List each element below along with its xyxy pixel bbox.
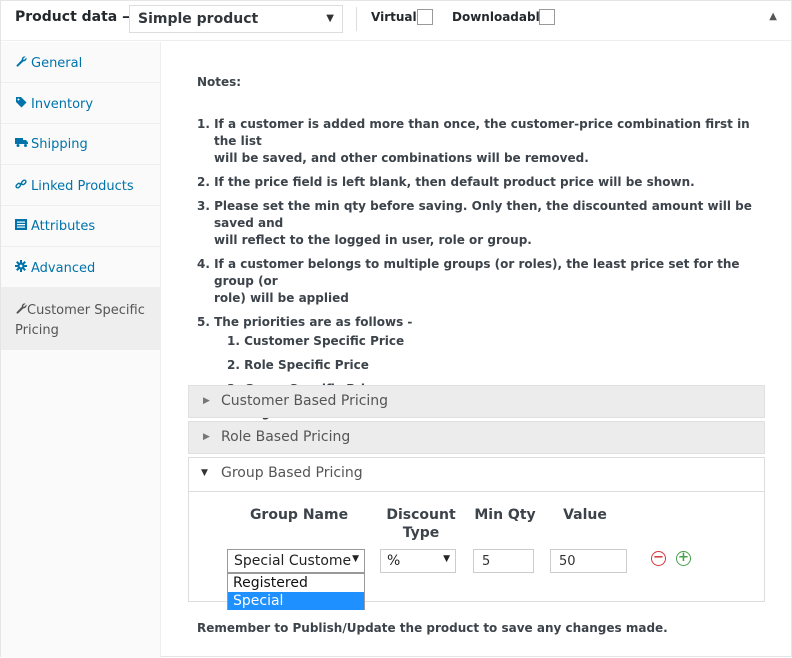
accordion-title: Customer Based Pricing [221, 393, 389, 409]
product-data-panel: Product data — Simple product ▼ Virtual:… [0, 0, 792, 658]
priority-item: 1. Customer Specific Price [227, 334, 405, 348]
tab-customer-specific-pricing[interactable]: Customer Specific Pricing [1, 288, 160, 350]
tab-csp-label-line1: Customer Specific [27, 303, 145, 318]
caret-right-icon: ▶ [203, 432, 210, 442]
chevron-down-icon: ▼ [352, 554, 359, 564]
virtual-checkbox[interactable] [417, 9, 433, 25]
group-name-header: Group Name [249, 507, 349, 523]
tab-inventory-label: Inventory [31, 97, 94, 112]
value-header: Value [563, 507, 607, 523]
add-row-icon[interactable]: + [676, 551, 691, 566]
customer-based-pricing-accordion[interactable]: ▶ Customer Based Pricing [188, 385, 765, 418]
tab-csp-label-line2: Pricing [15, 323, 59, 338]
min-qty-header: Min Qty [474, 507, 536, 523]
tab-general[interactable]: General [1, 42, 160, 83]
notes-title: Notes: [197, 75, 242, 89]
tag-icon [15, 96, 31, 111]
product-type-value: Simple product [138, 11, 259, 27]
tab-linked-products-label: Linked Products [31, 179, 134, 194]
discount-type-header: Discount Type [386, 507, 456, 541]
downloadable-checkbox[interactable] [539, 9, 555, 25]
link-icon [15, 178, 31, 193]
accordion-title: Role Based Pricing [221, 429, 351, 445]
min-qty-input[interactable]: 5 [473, 549, 534, 573]
role-based-pricing-accordion[interactable]: ▶ Role Based Pricing [188, 421, 765, 454]
tab-attributes-label: Attributes [31, 219, 96, 234]
product-data-title: Product data — [15, 9, 137, 25]
tab-attributes[interactable]: Attributes [1, 206, 160, 247]
dropdown-option-registered[interactable]: Registered [228, 574, 364, 592]
product-type-select[interactable]: Simple product ▼ [129, 5, 343, 33]
group-name-selected: Special Custome [234, 553, 352, 569]
divider [356, 7, 357, 31]
tab-general-label: General [31, 56, 83, 71]
note-item: 4. If a customer belongs to multiple gro… [197, 257, 740, 305]
accordion-title: Group Based Pricing [221, 465, 363, 481]
tab-shipping-label: Shipping [31, 137, 88, 152]
gear-icon [15, 260, 31, 275]
note-item: 1. If a customer is added more than once… [197, 117, 750, 165]
value-input[interactable]: 50 [550, 549, 627, 573]
caret-right-icon: ▶ [203, 396, 210, 406]
caret-down-icon: ▼ [201, 468, 208, 478]
virtual-label: Virtual: [371, 10, 422, 24]
chevron-down-icon: ▼ [326, 13, 334, 24]
tab-linked-products[interactable]: Linked Products [1, 165, 160, 206]
remove-row-icon[interactable]: − [651, 551, 666, 566]
wrench-icon [15, 55, 31, 70]
notes-list: 1. If a customer is added more than once… [197, 116, 767, 422]
downloadable-label: Downloadable: [452, 10, 553, 24]
chevron-down-icon: ▼ [443, 554, 450, 564]
notes-section: Notes: 1. If a customer is added more th… [197, 75, 767, 429]
discount-type-selected: % [387, 553, 401, 569]
list-icon [15, 219, 31, 233]
group-based-pricing-header[interactable]: ▼ Group Based Pricing [189, 458, 764, 492]
truck-icon [15, 137, 31, 151]
group-name-dropdown: Registered Special Customers [227, 573, 365, 627]
dropdown-option-special-customers[interactable]: Special Customers [228, 592, 364, 627]
collapse-toggle-icon[interactable]: ▲ [769, 11, 777, 22]
group-name-select[interactable]: Special Custome ▼ [227, 549, 365, 573]
tab-shipping[interactable]: Shipping [1, 124, 160, 165]
note-item: 2. If the price field is left blank, the… [197, 175, 695, 189]
discount-type-select[interactable]: % ▼ [380, 549, 456, 573]
product-data-header: Product data — Simple product ▼ Virtual:… [1, 1, 791, 41]
wrench-icon [15, 300, 27, 320]
product-data-tabs: General Inventory Shipping Linked Produc… [1, 42, 161, 658]
priority-item: 2. Role Specific Price [227, 358, 369, 372]
tab-inventory[interactable]: Inventory [1, 83, 160, 124]
tab-advanced[interactable]: Advanced [1, 247, 160, 288]
tab-advanced-label: Advanced [31, 261, 96, 276]
note-item: 3. Please set the min qty before saving.… [197, 199, 752, 247]
